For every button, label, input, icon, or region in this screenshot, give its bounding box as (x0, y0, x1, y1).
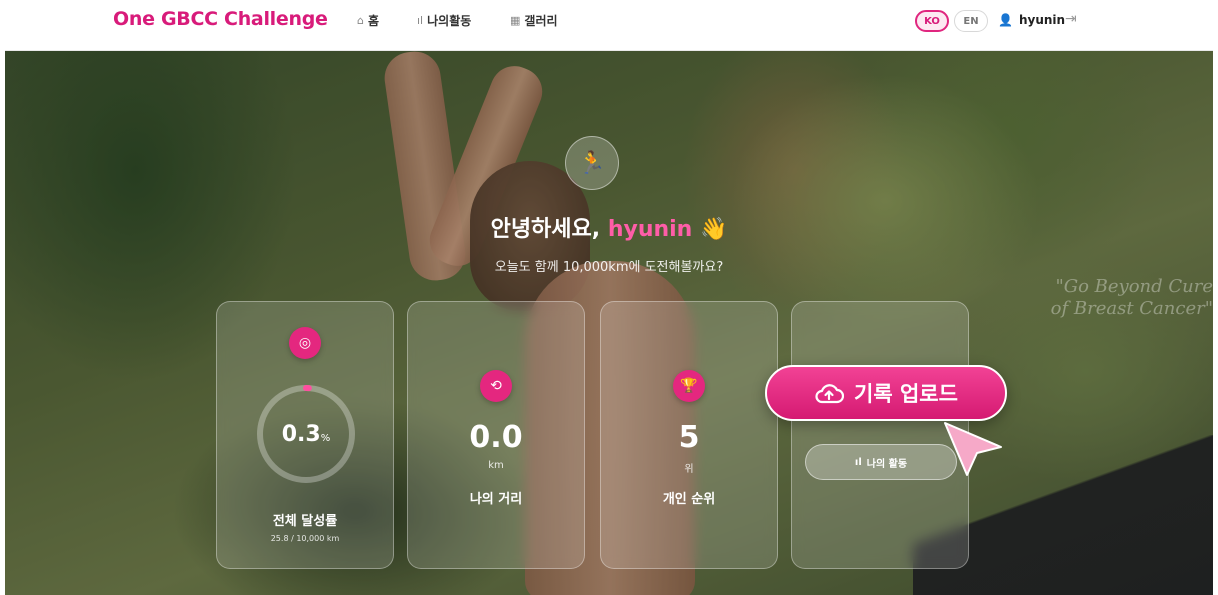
progress-value: 0.3% (254, 422, 358, 447)
progress-number: 0.3 (281, 422, 321, 447)
pointer-cursor-icon (944, 422, 1002, 476)
target-icon: ◎ (289, 327, 321, 359)
progress-unit: % (320, 433, 331, 444)
greeting-text: 안녕하세요, (490, 217, 601, 242)
rank-value: 5 (678, 420, 700, 455)
trophy-icon: 🏆 (673, 370, 705, 402)
distance-title: 나의 거리 (469, 492, 523, 507)
progress-detail: 25.8 / 10,000 km (270, 534, 340, 543)
slogan-line-1: "Go Beyond Cure (1055, 276, 1213, 297)
nav-home-label: 홈 (367, 14, 380, 28)
personal-rank-card: 🏆 5 위 개인 순위 (600, 301, 778, 569)
cloud-upload-icon (815, 384, 845, 404)
grid-icon: ▦ (510, 14, 521, 27)
my-activity-button[interactable]: ıl 나의 활동 (805, 444, 957, 480)
nav-my-activity[interactable]: ıl 나의활동 (417, 12, 471, 29)
upload-record-button[interactable]: 기록 업로드 (765, 365, 1007, 421)
slogan-line-2: of Breast Cancer" (1050, 298, 1213, 319)
lang-ko-button[interactable]: KO (915, 10, 949, 32)
home-icon: ⌂ (357, 14, 364, 27)
brand-logo[interactable]: One GBCC Challenge (113, 8, 328, 30)
route-icon: ⟲ (480, 370, 512, 402)
username-label: hyunin (1018, 13, 1066, 27)
top-nav-bar: One GBCC Challenge ⌂ 홈 ıl 나의활동 ▦ 갤러리 KO … (5, 0, 1213, 51)
user-menu[interactable]: 👤 hyunin (998, 13, 1065, 27)
lang-en-button[interactable]: EN (954, 10, 988, 32)
app-frame: One GBCC Challenge ⌂ 홈 ıl 나의활동 ▦ 갤러리 KO … (0, 0, 1218, 595)
overall-progress-card: ◎ 0.3% 전체 달성률 25.8 / 10,000 km (216, 301, 394, 569)
distance-unit: km (488, 460, 504, 471)
hero-section: "Go Beyond Cure of Breast Cancer" 🏃 안녕하세… (5, 51, 1213, 595)
upload-record-label: 기록 업로드 (854, 382, 958, 406)
slogan-watermark: "Go Beyond Cure of Breast Cancer" (953, 276, 1213, 320)
bar-chart-icon: ıl (854, 456, 862, 468)
nav-gallery[interactable]: ▦ 갤러리 (510, 12, 558, 29)
runner-icon: 🏃 (565, 136, 619, 190)
wave-icon: 👋 (700, 217, 728, 242)
logout-icon[interactable]: ⇥ (1065, 11, 1077, 27)
bar-chart-icon: ıl (417, 14, 424, 27)
my-distance-card: ⟲ 0.0 km 나의 거리 (407, 301, 585, 569)
progress-title: 전체 달성률 (272, 514, 338, 529)
distance-value: 0.0 (469, 420, 523, 455)
nav-activity-label: 나의활동 (427, 14, 472, 28)
nav-home[interactable]: ⌂ 홈 (357, 12, 379, 29)
greeting-username: hyunin (607, 217, 693, 242)
user-icon: 👤 (998, 13, 1013, 27)
nav-gallery-label: 갤러리 (524, 14, 558, 28)
greeting-subtitle: 오늘도 함께 10,000km에 도전해볼까요? (494, 260, 724, 275)
rank-title: 개인 순위 (662, 492, 716, 507)
rank-unit: 위 (684, 464, 694, 475)
my-activity-label: 나의 활동 (866, 458, 908, 470)
greeting-heading: 안녕하세요, hyunin 👋 (5, 211, 1213, 243)
